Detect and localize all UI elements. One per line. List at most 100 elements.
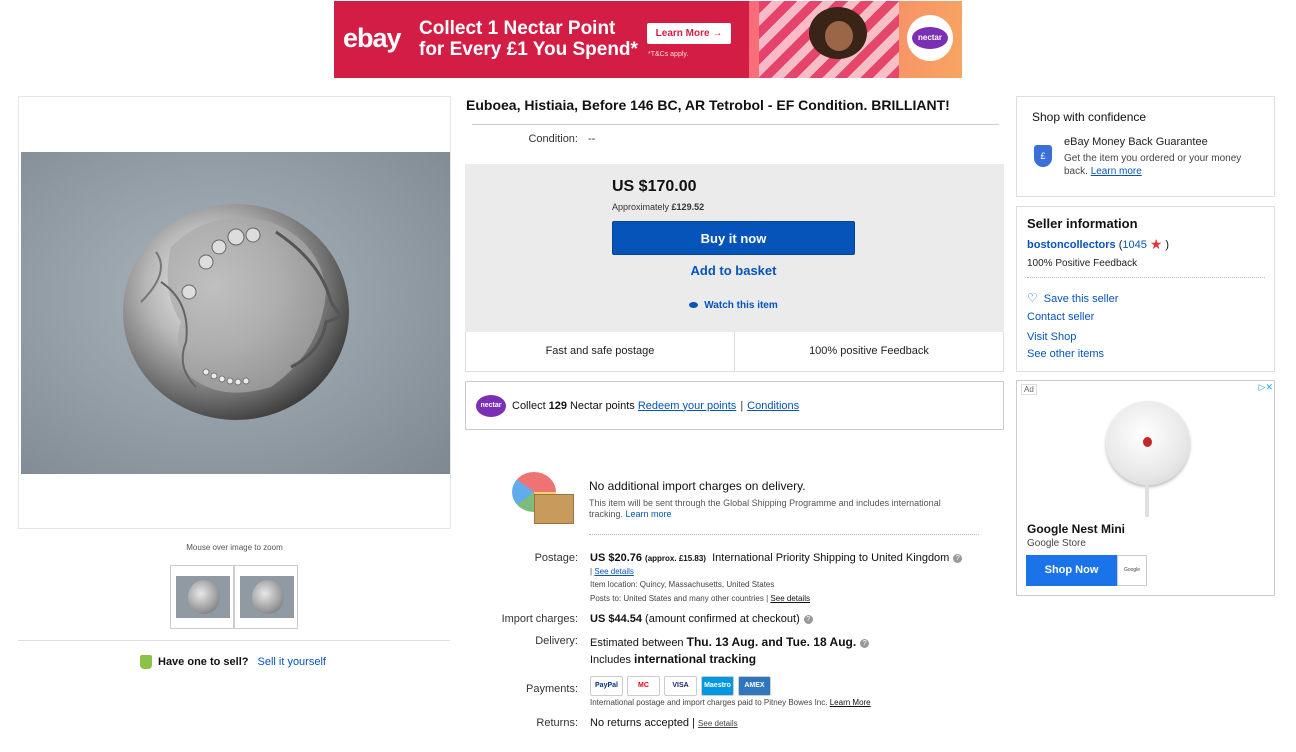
gsp-divider [589,534,979,535]
gallery-divider [18,640,450,641]
delivery-prefix: Estimated between [590,637,684,649]
ad-store-name: Google Store [1027,538,1086,549]
delivery-estimate: Estimated between Thu. 13 Aug. and Tue. … [590,635,870,649]
amex-logo: AMEX [738,676,771,696]
approx-price: Approximately £129.52 [612,202,704,212]
tracking-info: Includes international tracking [590,652,756,666]
ad-choices-icon[interactable]: ▷✕ [1259,382,1273,393]
help-icon[interactable]: ? [953,553,963,563]
nest-mini-led [1143,437,1152,447]
item-location: Item location: Quincy, Massachusetts, Un… [590,580,775,589]
features-row: Fast and safe postage 100% positive Feed… [465,332,1004,372]
seller-name-row: bostoncollectors (1045 ★) [1027,236,1169,253]
seller-name-link[interactable]: bostoncollectors [1027,239,1116,251]
parcel-icon [534,494,574,524]
nectar-suffix: Nectar points [569,399,635,412]
seller-divider [1027,277,1265,278]
postage-see-details-link[interactable]: See details [594,567,634,576]
ad-label: Ad [1021,384,1037,395]
thumbnail-1-image [176,576,230,618]
promo-banner[interactable]: ebay Collect 1 Nectar Point for Every £1… [334,1,962,78]
returns-see-details-link[interactable]: See details [698,719,738,728]
gsp-description: This item will be sent through the Globa… [589,498,959,520]
posts-to-text: Posts to: United States and many other c… [590,594,769,603]
posts-to-see-details-link[interactable]: See details [770,594,810,603]
google-ad[interactable]: Ad ▷✕ Google Nest Mini Google Store Shop… [1016,380,1275,596]
banner-headline: Collect 1 Nectar Point for Every £1 You … [419,18,638,60]
condition-label: Condition: [528,133,578,145]
sell-one-row: Have one to sell? Sell it yourself [140,655,326,669]
shop-with-confidence-box: Shop with confidence £ eBay Money Back G… [1016,96,1275,197]
title-divider [472,124,999,125]
confidence-title: Shop with confidence [1032,110,1147,124]
gsp-title: No additional import charges on delivery… [589,479,806,493]
help-icon[interactable]: ? [803,614,813,624]
tracking-text: international tracking [634,652,757,666]
guarantee-description: Get the item you ordered or your money b… [1064,152,1264,178]
buy-it-now-button[interactable]: Buy it now [612,221,855,255]
banner-tcs: *T&Cs apply. [648,51,689,58]
see-other-items-link[interactable]: See other items [1027,348,1104,360]
nectar-prefix: Collect [512,399,546,412]
mastercard-logo: MC [627,676,660,696]
import-value: US $44.54 (amount confirmed at checkout)… [590,613,813,625]
thumbnail-2-image [240,576,294,618]
returns-text: No returns accepted | [590,717,695,729]
payments-learn-more-link[interactable]: Learn More [830,698,871,707]
thumbnail-2[interactable] [234,565,298,629]
help-icon[interactable]: ? [860,638,870,648]
feedback-count-link[interactable]: 1045 [1122,239,1146,251]
main-product-image[interactable] [21,152,450,474]
nectar-points-box: nectar Collect 129 Nectar points Redeem … [465,381,1004,430]
postage-price: US $20.76 [590,552,642,564]
banner-image: nectar [749,1,962,78]
returns-value: No returns accepted | See details [590,717,738,729]
positive-feedback: 100% Positive Feedback [1027,258,1138,269]
import-label: Import charges: [501,613,578,625]
add-to-basket-button[interactable]: Add to basket [612,263,855,278]
item-title: Euboea, Histiaia, Before 146 BC, AR Tetr… [466,97,950,113]
postage-approx: (approx. £15.83) [645,554,706,563]
seller-information-box: Seller information bostoncollectors (104… [1016,206,1275,372]
payments-note: International postage and import charges… [590,698,871,707]
redeem-points-link[interactable]: Redeem your points [638,400,736,412]
ebay-logo: ebay [343,23,402,53]
contact-seller-link[interactable]: Contact seller [1027,311,1094,323]
banner-headline-line1: Collect 1 Nectar Point [419,18,616,39]
thumbnail-1[interactable] [170,565,234,629]
money-back-guarantee: eBay Money Back Guarantee [1064,136,1208,148]
thumbnail-1-coin [188,580,220,614]
nectar-separator: | [740,399,744,412]
postage-label: Postage: [534,552,578,564]
returns-label: Returns: [536,717,578,729]
paypal-logo: PayPal [590,676,623,696]
gsp-learn-more-link[interactable]: Learn more [626,509,672,519]
payments-label: Payments: [526,683,578,695]
ad-product-title: Google Nest Mini [1027,522,1126,536]
shield-icon: £ [1034,145,1052,167]
guarantee-learn-more-link[interactable]: Learn more [1091,166,1142,177]
ad-shop-now-button[interactable]: Shop Now [1026,555,1117,586]
visit-shop-link[interactable]: Visit Shop [1027,331,1076,343]
buy-box: US $170.00 Approximately £129.52 Buy it … [465,164,1004,332]
banner-learn-more-button[interactable]: Learn More → [647,23,731,44]
postage-value: US $20.76 (approx. £15.83) International… [590,552,963,564]
postage-details: | See details [590,567,634,576]
import-note: (amount confirmed at checkout) [645,613,800,625]
image-gallery [18,96,451,529]
close-paren: ) [1165,239,1170,251]
save-seller-link[interactable]: ♡ Save this seller [1027,291,1118,305]
heart-icon: ♡ [1027,291,1038,305]
nest-mini-cable [1145,481,1149,517]
posts-to: Posts to: United States and many other c… [590,594,810,603]
nectar-conditions-link[interactable]: Conditions [747,400,799,412]
approx-value: £129.52 [671,202,705,212]
condition-row: Condition: -- [472,133,772,145]
delivery-label: Delivery: [535,635,578,647]
feature-positive-feedback: 100% positive Feedback [809,345,929,357]
sell-it-yourself-link[interactable]: Sell it yourself [257,656,325,668]
approx-label: Approximately [612,202,670,212]
nectar-logo-text: nectar [912,27,948,49]
watch-item-link[interactable]: Watch this item [612,300,855,311]
banner-person-face [825,21,853,51]
